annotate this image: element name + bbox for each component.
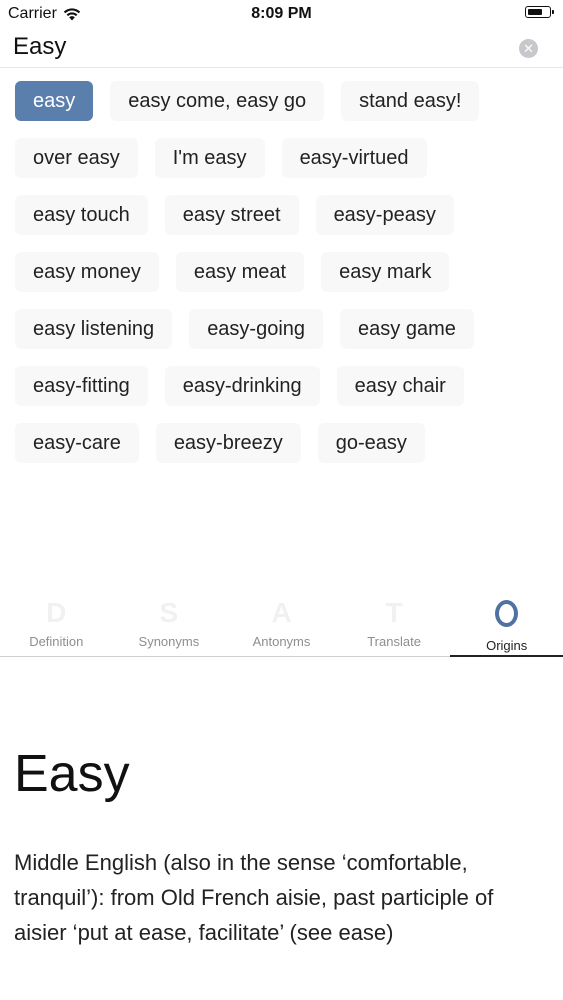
tab-label: Antonyms <box>252 634 311 649</box>
chip-row: easy-fitting easy-drinking easy chair <box>15 366 553 406</box>
tab-label: Translate <box>367 634 421 649</box>
tab-letter-icon: D <box>46 597 67 628</box>
status-bar: Carrier 8:09 PM <box>0 0 563 30</box>
phrase-chip[interactable]: easy game <box>340 309 474 349</box>
phrase-chip[interactable]: over easy <box>15 138 138 178</box>
origins-icon <box>495 600 519 627</box>
phrase-chip[interactable]: easy street <box>164 195 299 235</box>
tab-antonyms[interactable]: A Antonyms <box>225 598 338 656</box>
phrase-chip[interactable]: easy <box>15 81 94 121</box>
tab-letter-icon: A <box>271 597 292 628</box>
section-tab-bar: D Definition S Synonyms A Antonyms T Translate O… <box>0 598 563 657</box>
tab-label: Definition <box>29 634 84 649</box>
chip-row: easy touch easy street easy-peasy <box>15 195 553 235</box>
phrase-chip[interactable]: easy come, easy go <box>110 81 325 121</box>
tab-label: Origins <box>486 638 528 653</box>
related-phrases: easy easy come, easy go stand easy! over ea… <box>15 81 553 480</box>
phrase-chip[interactable]: I'm easy <box>154 138 265 178</box>
search-input[interactable] <box>13 30 503 64</box>
phrase-chip[interactable]: easy-going <box>189 309 324 349</box>
phrase-chip[interactable]: easy-fitting <box>15 366 148 406</box>
phrase-chip[interactable]: easy touch <box>15 195 148 235</box>
phrase-chip[interactable]: easy-breezy <box>155 423 301 463</box>
chip-row: easy listening easy-going easy game <box>15 309 553 349</box>
phrase-chip[interactable]: easy money <box>15 252 159 292</box>
phrase-chip[interactable]: easy-care <box>15 423 139 463</box>
tab-origins[interactable]: Origins <box>450 598 563 657</box>
origin-text: Middle English (also in the sense ‘comfo… <box>14 850 494 945</box>
battery-icon <box>525 6 554 18</box>
phrase-chip[interactable]: easy listening <box>15 309 173 349</box>
phrase-chip[interactable]: easy mark <box>321 252 450 292</box>
phrase-chip[interactable]: easy chair <box>336 366 464 406</box>
close-icon: ✕ <box>523 41 534 56</box>
tab-letter-icon: T <box>385 597 403 628</box>
tab-letter-icon: S <box>159 597 179 628</box>
phrase-chip[interactable]: go-easy <box>317 423 425 463</box>
chip-row: over easy I'm easy easy-virtued <box>15 138 553 178</box>
chip-row: easy money easy meat easy mark <box>15 252 553 292</box>
chip-row: easy-care easy-breezy go-easy <box>15 423 553 463</box>
chip-row: easy easy come, easy go stand easy! <box>15 81 553 121</box>
phrase-chip[interactable]: easy-peasy <box>315 195 454 235</box>
clear-search-button[interactable]: ✕ <box>519 39 538 58</box>
tab-synonyms[interactable]: S Synonyms <box>113 598 226 656</box>
phrase-chip[interactable]: easy meat <box>175 252 305 292</box>
phrase-chip[interactable]: easy-virtued <box>281 138 427 178</box>
search-bar: ✕ <box>0 30 563 68</box>
tab-label: Synonyms <box>138 634 200 649</box>
status-time: 8:09 PM <box>251 5 312 22</box>
tab-translate[interactable]: T Translate <box>338 598 451 656</box>
phrase-chip[interactable]: easy-drinking <box>164 366 320 406</box>
word-title: Easy <box>14 745 130 803</box>
status-right <box>525 6 554 18</box>
tab-definition[interactable]: D Definition <box>0 598 113 656</box>
phrase-chip[interactable]: stand easy! <box>341 81 480 121</box>
